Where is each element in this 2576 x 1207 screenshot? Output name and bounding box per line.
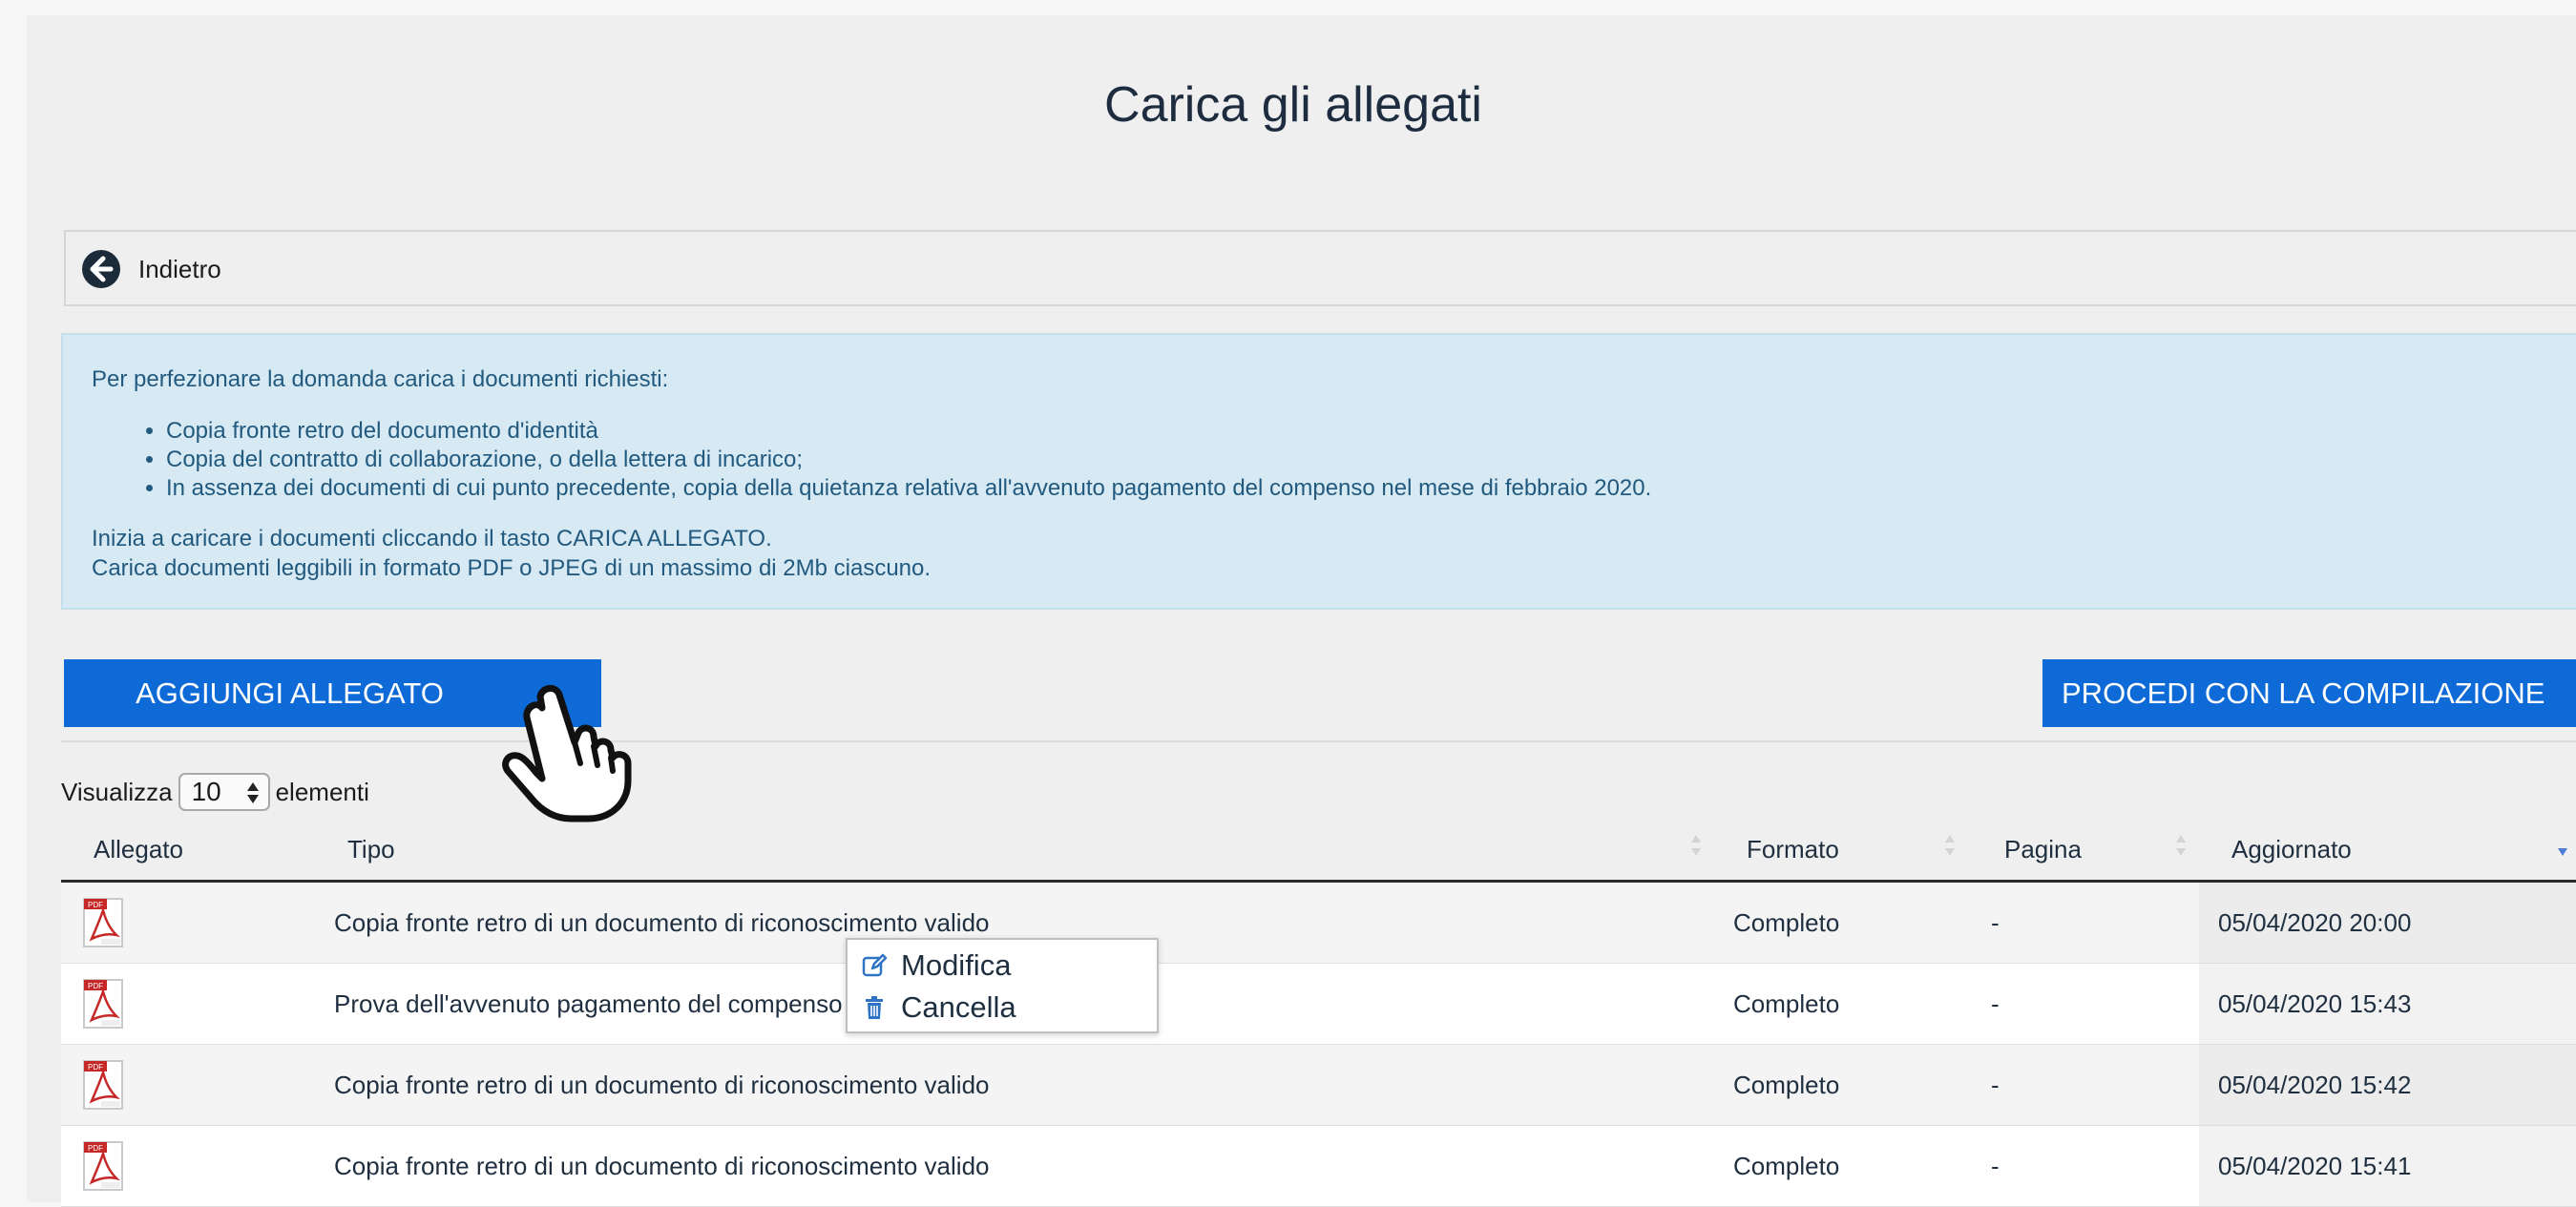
list-item: Copia del contratto di collaborazione, o… bbox=[166, 446, 2576, 474]
table-row: PDF Copia fronte retro di un documento d… bbox=[61, 1126, 2576, 1207]
pdf-file-icon[interactable]: PDF bbox=[80, 1059, 128, 1111]
delete-menu-label: Cancella bbox=[901, 990, 1016, 1024]
back-label: Indietro bbox=[138, 254, 221, 283]
edit-menu-label: Modifica bbox=[901, 948, 1012, 982]
table-row: PDF Prova dell'avvenuto pagamento del co… bbox=[61, 964, 2576, 1045]
pdf-file-icon[interactable]: PDF bbox=[80, 897, 128, 948]
table-length-control: Visualizza 10 elementi bbox=[61, 771, 369, 813]
sort-icon bbox=[2176, 835, 2186, 856]
cell-pagina: - bbox=[1991, 1070, 2000, 1099]
column-header-aggiornato[interactable]: Aggiornato bbox=[2231, 830, 2352, 868]
svg-text:PDF: PDF bbox=[88, 1144, 103, 1153]
arrow-circle-left-icon bbox=[81, 249, 121, 289]
pdf-file-icon[interactable]: PDF bbox=[80, 978, 128, 1030]
page-size-value: 10 bbox=[191, 777, 221, 806]
info-alert: Per perfezionare la domanda carica i doc… bbox=[61, 333, 2576, 610]
cell-formato: Completo bbox=[1733, 907, 1840, 937]
cell-formato: Completo bbox=[1733, 1151, 1840, 1180]
info-intro: Per perfezionare la domanda carica i doc… bbox=[92, 366, 669, 392]
pdf-file-icon[interactable]: PDF bbox=[80, 1140, 128, 1192]
row-context-menu: Modifica Cancella bbox=[846, 938, 1159, 1033]
cell-tipo: Copia fronte retro di un documento di ri… bbox=[334, 1070, 990, 1099]
back-bar: Indietro bbox=[64, 230, 2576, 306]
cell-formato: Completo bbox=[1733, 988, 1840, 1018]
column-header-pagina[interactable]: Pagina bbox=[2004, 830, 2082, 868]
cell-pagina: - bbox=[1991, 907, 2000, 937]
proceed-button[interactable]: PROCEDI CON LA COMPILAZIONE bbox=[2042, 659, 2576, 727]
required-documents-list: Copia fronte retro del documento d'ident… bbox=[92, 417, 2576, 503]
length-prefix: Visualizza bbox=[61, 777, 173, 806]
table-row: PDF Copia fronte retro di un documento d… bbox=[61, 883, 2576, 964]
trash-icon bbox=[866, 996, 883, 1019]
sort-icon bbox=[1945, 835, 1955, 856]
table-row: PDF Copia fronte retro di un documento d… bbox=[61, 1045, 2576, 1126]
table-header: Allegato Tipo Formato Pagina Aggiornato bbox=[61, 822, 2576, 883]
cell-aggiornato: 05/04/2020 20:00 bbox=[2218, 907, 2412, 937]
page-title: Carica gli allegati bbox=[1104, 77, 1482, 133]
attachments-table-body: PDF Copia fronte retro di un documento d… bbox=[61, 883, 2576, 1207]
edit-menu-item[interactable]: Modifica bbox=[861, 946, 1011, 986]
cell-formato: Completo bbox=[1733, 1070, 1840, 1099]
cell-pagina: - bbox=[1991, 1151, 2000, 1180]
info-format-note: Carica documenti leggibili in formato PD… bbox=[92, 555, 932, 581]
cell-aggiornato: 05/04/2020 15:42 bbox=[2218, 1070, 2412, 1099]
cell-aggiornato: 05/04/2020 15:41 bbox=[2218, 1151, 2412, 1180]
delete-menu-item[interactable]: Cancella bbox=[861, 988, 1016, 1028]
info-instruction: Inizia a caricare i documenti cliccando … bbox=[92, 526, 772, 551]
cell-tipo: Copia fronte retro di un documento di ri… bbox=[334, 1151, 990, 1180]
page-size-select[interactable]: 10 bbox=[178, 773, 270, 811]
length-suffix: elementi bbox=[275, 777, 369, 806]
svg-text:PDF: PDF bbox=[88, 901, 103, 909]
svg-text:PDF: PDF bbox=[88, 982, 103, 990]
column-header-tipo[interactable]: Tipo bbox=[347, 830, 395, 868]
sort-icon bbox=[1691, 835, 1701, 856]
list-item: Copia fronte retro del documento d'ident… bbox=[166, 417, 2576, 446]
sort-desc-icon bbox=[2558, 848, 2567, 856]
cell-aggiornato: 05/04/2020 15:43 bbox=[2218, 988, 2412, 1018]
list-item: In assenza dei documenti di cui punto pr… bbox=[166, 474, 2576, 503]
select-arrows-icon bbox=[246, 782, 259, 803]
column-header-formato[interactable]: Formato bbox=[1747, 830, 1839, 868]
hand-pointer-icon bbox=[502, 685, 632, 822]
cell-pagina: - bbox=[1991, 988, 2000, 1018]
divider bbox=[61, 740, 2576, 742]
back-link[interactable]: Indietro bbox=[81, 248, 221, 290]
svg-text:PDF: PDF bbox=[88, 1063, 103, 1072]
column-header-allegato[interactable]: Allegato bbox=[94, 830, 183, 868]
edit-icon bbox=[862, 953, 888, 977]
